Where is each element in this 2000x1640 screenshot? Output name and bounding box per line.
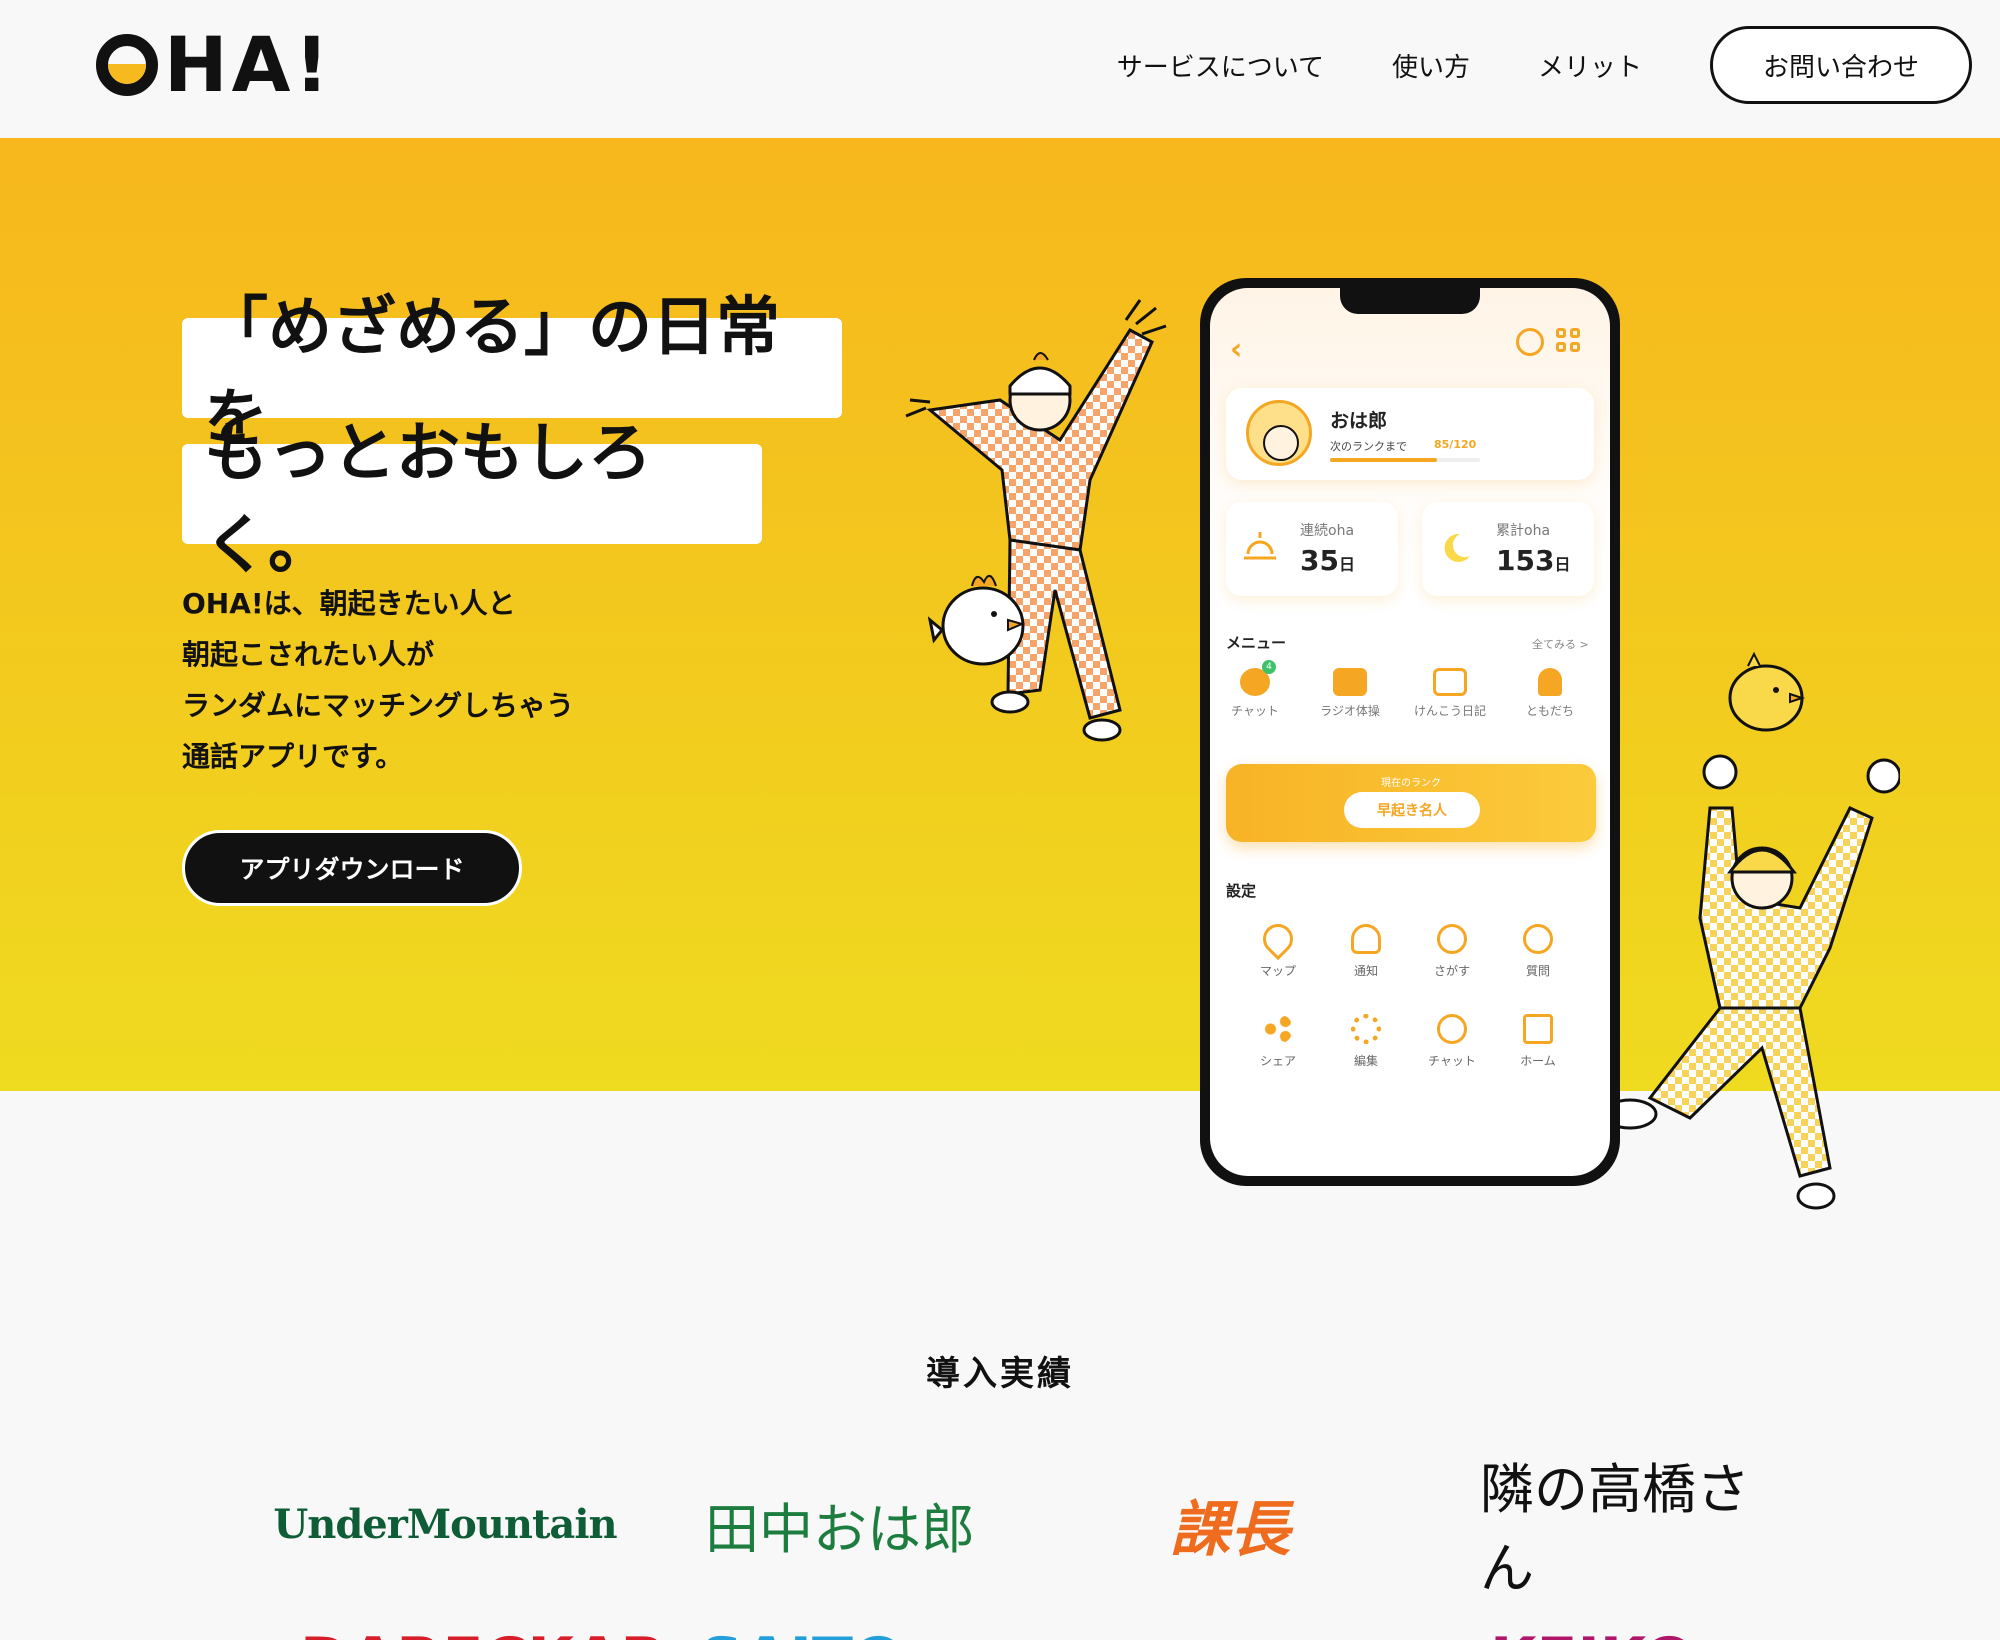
nav-link-service[interactable]: サービスについて xyxy=(1117,47,1324,84)
book-icon xyxy=(1433,668,1467,696)
app-download-button[interactable]: アプリダウンロード xyxy=(182,830,522,906)
client-logo-undermountain: UnderMountain xyxy=(273,1500,617,1548)
settings-item-label: チャット xyxy=(1428,1054,1476,1068)
sunrise-icon xyxy=(1244,532,1276,560)
app-screen: ‹ おは郎 次のランクまで 85/120 連続oha 35日 累計oha 153… xyxy=(1210,288,1610,1176)
rank-progress-bar xyxy=(1330,458,1480,462)
home-icon xyxy=(1523,1014,1553,1044)
logo-o-mark xyxy=(96,34,158,96)
chicken-illustration xyxy=(928,575,1025,666)
share-icon xyxy=(1263,1014,1293,1044)
headline-line-2: もっとおもしろく。 xyxy=(182,417,762,583)
streak-stat-card: 連続oha 35日 xyxy=(1226,502,1398,596)
contact-button[interactable]: お問い合わせ xyxy=(1710,26,1972,104)
settings-title: 設定 xyxy=(1226,882,1257,900)
client-logo-tonari-no-takahashi: 隣の高橋さん xyxy=(1480,1458,1750,1600)
girl-illustration xyxy=(905,299,1167,742)
menu-title: メニュー xyxy=(1226,634,1287,652)
client-logo-tanaka-oharo: 田中おは郎 xyxy=(705,1497,975,1561)
gear-icon xyxy=(1351,1014,1381,1044)
bell-icon xyxy=(1351,924,1381,954)
menu-item-label: けんこう日記 xyxy=(1413,704,1486,718)
grid-menu-icon[interactable] xyxy=(1556,328,1584,356)
phone-notch xyxy=(1340,288,1480,314)
settings-item-map[interactable]: マップ xyxy=(1238,917,1318,979)
client-logo-partial-3: — xyxy=(1330,1620,1390,1640)
oha-logo[interactable]: HA! xyxy=(96,20,334,109)
chat-bubble-icon xyxy=(1437,1014,1467,1044)
avatar xyxy=(1246,400,1312,466)
site-header: HA! サービスについて 使い方 メリット お問い合わせ xyxy=(0,0,2000,138)
hero-description-line: OHA!は、朝起きたい人と xyxy=(182,587,516,620)
current-rank-label: 現在のランク xyxy=(1381,778,1441,789)
menu-item-radio-exercise[interactable]: ラジオ体操 xyxy=(1305,668,1395,719)
phone-mockup: ‹ おは郎 次のランクまで 85/120 連続oha 35日 累計oha 153… xyxy=(1200,278,1620,1186)
client-logo-partial-4: KEIKO xyxy=(1490,1620,1695,1640)
settings-item-label: 質問 xyxy=(1525,964,1550,978)
settings-item-search[interactable]: さがす xyxy=(1412,924,1492,979)
menu-item-label: ともだち xyxy=(1525,704,1574,718)
hero-description-line: ランダムにマッチングしちゃう xyxy=(182,689,575,722)
menu-item-friends[interactable]: ともだち xyxy=(1505,668,1595,719)
current-rank-pill: 早起き名人 xyxy=(1344,792,1480,828)
hero-description: OHA!は、朝起きたい人と 朝起こされたい人が ランダムにマッチングしちゃう 通… xyxy=(182,578,574,782)
settings-item-edit[interactable]: 編集 xyxy=(1326,1014,1406,1069)
profile-card[interactable]: おは郎 次のランクまで 85/120 xyxy=(1226,388,1594,480)
chat-bubble-icon[interactable] xyxy=(1516,328,1544,356)
next-rank-value: 85/120 xyxy=(1434,438,1477,451)
rank-progress-fill xyxy=(1330,458,1437,462)
settings-item-label: 通知 xyxy=(1353,964,1378,978)
logo-text: HA! xyxy=(164,20,334,109)
settings-item-home[interactable]: ホーム xyxy=(1498,1014,1578,1069)
moon-icon xyxy=(1444,533,1470,562)
settings-item-label: ホーム xyxy=(1520,1054,1556,1068)
nav-link-usage[interactable]: 使い方 xyxy=(1392,47,1470,84)
streak-label: 連続oha xyxy=(1300,523,1355,539)
person-icon xyxy=(1538,668,1562,696)
back-arrow-icon[interactable]: ‹ xyxy=(1230,332,1242,367)
menu-item-label: チャット xyxy=(1231,704,1279,718)
calendar-icon xyxy=(1333,668,1367,696)
next-rank-label: 次のランクまで xyxy=(1330,440,1407,453)
hero-description-line: 朝起こされたい人が xyxy=(182,638,435,671)
map-pin-icon xyxy=(1256,917,1300,961)
chat-badge: 4 xyxy=(1262,660,1276,674)
settings-item-label: マップ xyxy=(1259,964,1296,978)
client-logo-partial-1: DARECKAR xyxy=(300,1620,667,1640)
menu-item-chat[interactable]: 4 チャット xyxy=(1210,660,1300,719)
current-rank-card[interactable]: 現在のランク 早起き名人 xyxy=(1226,764,1596,842)
total-value: 153日 xyxy=(1496,544,1571,577)
chick-illustration xyxy=(1728,651,1806,732)
chat-icon: 4 xyxy=(1240,660,1276,696)
search-icon xyxy=(1437,924,1467,954)
settings-item-chat[interactable]: チャット xyxy=(1412,1014,1492,1069)
nav-link-merit[interactable]: メリット xyxy=(1538,47,1642,84)
streak-value: 35日 xyxy=(1300,544,1355,577)
settings-item-label: さがす xyxy=(1433,964,1470,978)
total-stat-card: 累計oha 153日 xyxy=(1422,502,1594,596)
client-logo-kacho: 課長 xyxy=(1170,1494,1290,1565)
client-logo-partial-2: SAITO xyxy=(700,1620,904,1640)
total-label: 累計oha xyxy=(1496,523,1551,539)
profile-name: おは郎 xyxy=(1330,410,1388,432)
question-icon xyxy=(1523,924,1553,954)
clients-section-title: 導入実績 xyxy=(926,1354,1074,1394)
menu-item-health-diary[interactable]: けんこう日記 xyxy=(1405,668,1495,719)
settings-item-label: 編集 xyxy=(1353,1054,1378,1068)
menu-item-label: ラジオ体操 xyxy=(1320,704,1380,718)
menu-see-all-link[interactable]: 全てみる > xyxy=(1532,636,1589,652)
hero-description-line: 通話アプリです。 xyxy=(182,740,404,773)
settings-item-question[interactable]: 質問 xyxy=(1498,924,1578,979)
main-nav: サービスについて 使い方 メリット お問い合わせ xyxy=(1117,26,1972,104)
settings-item-share[interactable]: シェア xyxy=(1238,1014,1318,1069)
settings-item-notification[interactable]: 通知 xyxy=(1326,924,1406,979)
settings-item-label: シェア xyxy=(1259,1054,1296,1068)
